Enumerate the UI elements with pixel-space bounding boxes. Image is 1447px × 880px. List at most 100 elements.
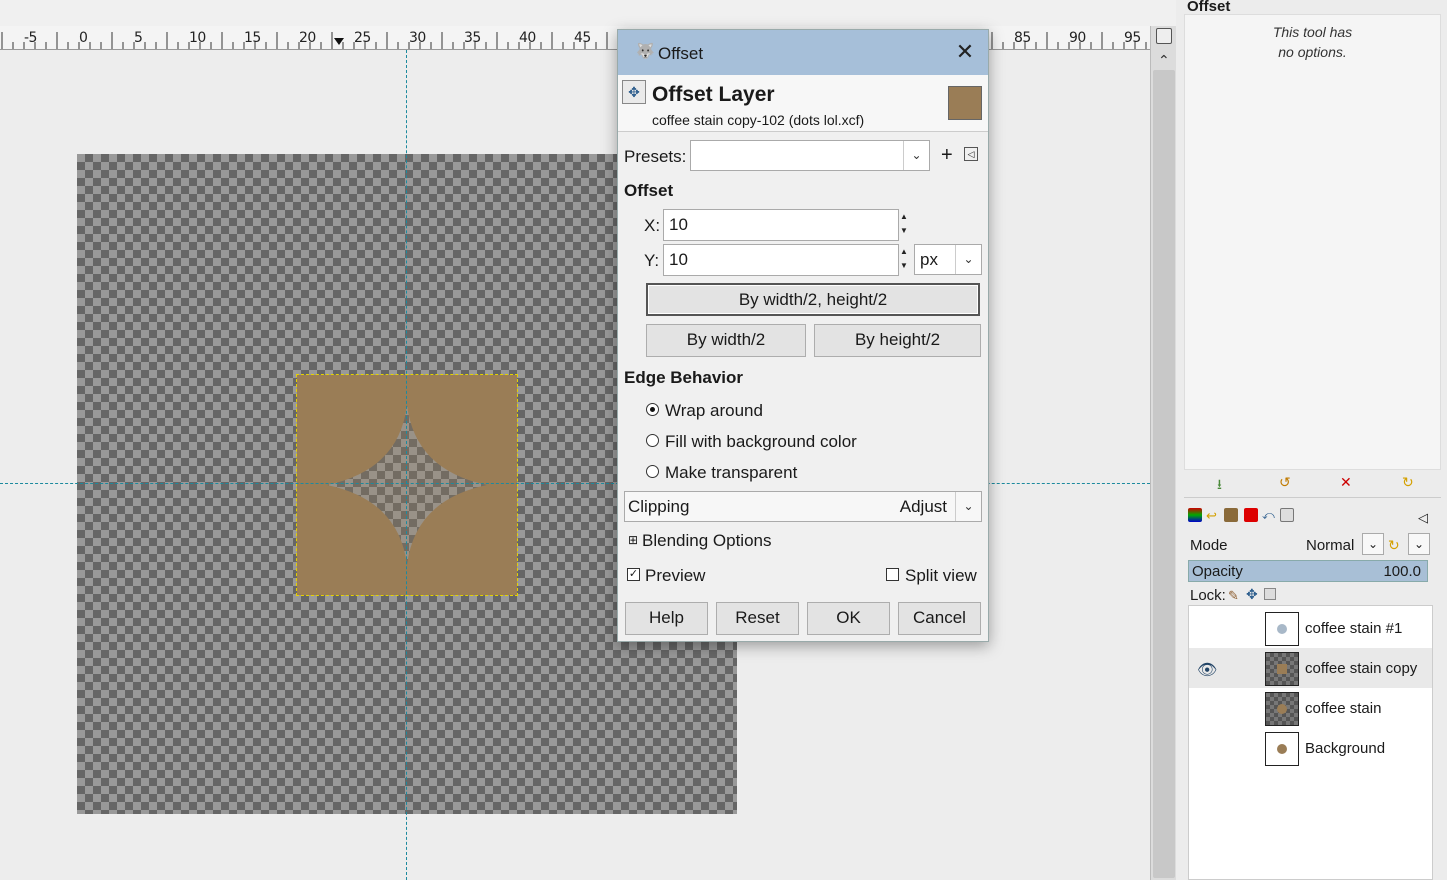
ruler-label: 95 — [1124, 30, 1141, 46]
header-subtitle: coffee stain copy-102 (dots lol.xcf) — [652, 112, 865, 128]
y-spin-buttons[interactable]: ▲ ▼ — [898, 245, 910, 275]
mode-label: Mode — [1190, 537, 1228, 554]
blending-options-expander[interactable]: Blending Options — [642, 531, 771, 551]
delete-options-icon[interactable]: ✕ — [1340, 474, 1352, 491]
tool-options-message: This tool has no options. — [1184, 22, 1441, 62]
wrap-around-radio[interactable] — [646, 403, 659, 416]
scroll-up-icon[interactable]: ⌃ — [1158, 52, 1170, 69]
layer-row[interactable]: Background — [1189, 728, 1432, 768]
undo-tab-icon[interactable]: ↩ — [1206, 508, 1220, 523]
chevron-down-icon[interactable]: ⌄ — [1408, 533, 1430, 555]
opacity-label: Opacity — [1192, 563, 1243, 580]
restore-options-icon[interactable]: ↺ — [1279, 474, 1291, 491]
mode-select[interactable]: Normal — [1306, 537, 1354, 554]
gimp-icon: 🐺 — [636, 43, 655, 60]
cancel-button[interactable]: Cancel — [898, 602, 981, 635]
lock-alpha-icon[interactable] — [1264, 588, 1276, 600]
dock-menu-icon[interactable]: ◁ — [1418, 510, 1428, 526]
dialog-title: Offset — [658, 44, 704, 63]
reset-button[interactable]: Reset — [716, 602, 799, 635]
save-options-icon[interactable]: ⭳ — [1217, 474, 1222, 498]
tool-options-body — [1184, 14, 1441, 470]
presets-label: Presets: — [624, 147, 687, 166]
ok-button[interactable]: OK — [807, 602, 890, 635]
reset-options-icon[interactable]: ↻ — [1402, 474, 1414, 491]
lock-label: Lock: — [1190, 587, 1226, 604]
brushes-tab-icon[interactable] — [1224, 508, 1238, 522]
dialog-header: ✥ Offset Layer coffee stain copy-102 (do… — [618, 75, 988, 132]
reset-mode-icon[interactable]: ↻ — [1388, 537, 1400, 554]
ruler-label: 45 — [574, 30, 591, 46]
fill-background-label[interactable]: Fill with background color — [665, 432, 857, 452]
ruler-label: 15 — [244, 30, 261, 46]
layer-row[interactable]: coffee stain — [1189, 688, 1432, 728]
x-label: X: — [644, 216, 661, 235]
vertical-guide[interactable] — [406, 50, 407, 880]
ruler-label: 35 — [464, 30, 481, 46]
opacity-value[interactable]: 100.0 — [1383, 563, 1421, 580]
layer-name[interactable]: coffee stain — [1305, 700, 1381, 717]
paths-tab-icon[interactable]: ⤺ — [1262, 508, 1276, 522]
ruler-label: 85 — [1014, 30, 1031, 46]
colors-tab-icon[interactable] — [1244, 508, 1258, 522]
message-line: no options. — [1278, 44, 1347, 60]
layer-name[interactable]: coffee stain #1 — [1305, 620, 1402, 637]
lock-pixels-icon[interactable]: ✎ — [1228, 588, 1239, 604]
ruler-label: 0 — [79, 30, 88, 46]
expand-icon[interactable]: ⊞ — [628, 533, 638, 547]
opacity-slider[interactable]: Opacity 100.0 — [1188, 560, 1428, 582]
layer-name[interactable]: Background — [1305, 740, 1385, 757]
move-icon: ✥ — [622, 80, 646, 104]
dialog-titlebar[interactable]: 🐺 Offset ✕ — [618, 30, 988, 75]
header-title: Offset Layer — [652, 83, 775, 106]
lock-position-icon[interactable]: ✥ — [1246, 586, 1258, 603]
eye-icon[interactable]: 👁 — [1197, 660, 1217, 680]
by-height-half-button[interactable]: By height/2 — [814, 324, 981, 357]
ruler-label: -5 — [24, 30, 37, 46]
clipping-select[interactable]: Clipping Adjust ⌄ — [624, 491, 982, 522]
layer-name[interactable]: coffee stain copy — [1305, 660, 1417, 677]
layer-row[interactable]: coffee stain #1 — [1189, 608, 1432, 648]
layer-thumbnail — [1265, 612, 1299, 646]
make-transparent-radio[interactable] — [646, 465, 659, 478]
vertical-scrollbar[interactable]: ⌃ — [1150, 26, 1176, 880]
chevron-down-icon[interactable]: ⌄ — [1362, 533, 1384, 555]
fill-background-radio[interactable] — [646, 434, 659, 447]
channels-tab-icon[interactable] — [1280, 508, 1294, 522]
split-view-label[interactable]: Split view — [905, 566, 977, 586]
message-line: This tool has — [1272, 24, 1353, 40]
preset-menu-icon[interactable]: ◁ — [964, 147, 978, 161]
presets-dropdown[interactable]: ⌄ — [690, 140, 930, 171]
x-spin-buttons[interactable]: ▲ ▼ — [898, 210, 910, 240]
x-offset-input[interactable]: 10 — [663, 209, 899, 241]
y-label: Y: — [644, 251, 660, 270]
by-width-height-half-button[interactable]: By width/2, height/2 — [646, 283, 980, 316]
layer-thumbnail — [948, 86, 982, 120]
chevron-down-icon[interactable]: ⌄ — [955, 492, 981, 521]
unit-select[interactable]: px ⌄ — [914, 244, 982, 275]
layer-thumbnail — [1265, 652, 1299, 686]
make-transparent-label[interactable]: Make transparent — [665, 463, 797, 483]
wrap-around-label[interactable]: Wrap around — [665, 401, 763, 421]
add-preset-icon[interactable]: + — [941, 144, 953, 167]
active-layer-preview[interactable] — [296, 374, 518, 596]
ruler-label: 5 — [134, 30, 143, 46]
help-button[interactable]: Help — [625, 602, 708, 635]
preview-checkbox[interactable]: ✓ — [627, 568, 640, 581]
ruler-label: 30 — [409, 30, 426, 46]
by-width-half-button[interactable]: By width/2 — [646, 324, 806, 357]
clipping-label: Clipping — [628, 497, 690, 516]
clipping-value: Adjust — [899, 497, 947, 516]
ruler-label: 90 — [1069, 30, 1086, 46]
preview-label[interactable]: Preview — [645, 566, 705, 586]
navigate-icon[interactable] — [1156, 28, 1172, 44]
chevron-down-icon[interactable]: ⌄ — [903, 141, 929, 170]
y-offset-input[interactable]: 10 — [663, 244, 899, 276]
close-icon[interactable]: ✕ — [951, 38, 979, 66]
layer-row[interactable]: 👁 coffee stain copy — [1189, 648, 1432, 688]
split-view-checkbox[interactable] — [886, 568, 899, 581]
ruler-label: 20 — [299, 30, 316, 46]
layers-tab-icon[interactable] — [1188, 508, 1202, 522]
chevron-down-icon[interactable]: ⌄ — [955, 245, 981, 274]
scrollbar-thumb[interactable] — [1153, 70, 1175, 878]
